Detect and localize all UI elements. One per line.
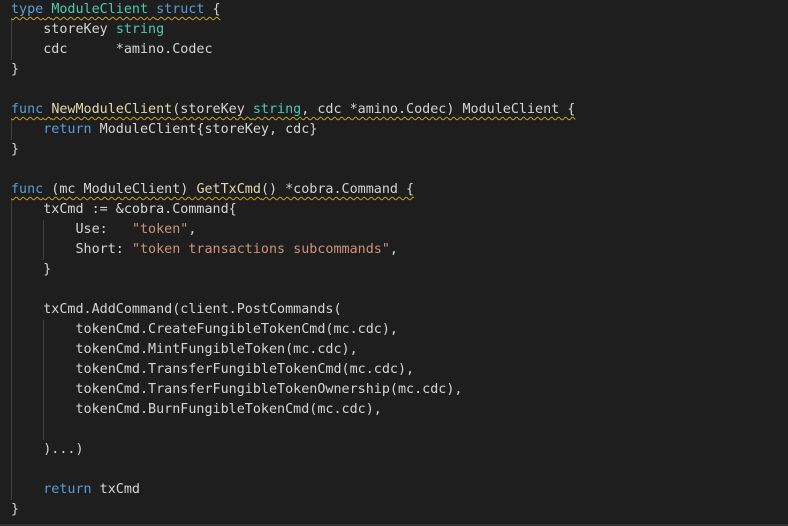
code-token: ,	[389, 242, 398, 257]
code-token: txCmd	[91, 482, 140, 497]
code-line[interactable]: }	[11, 140, 19, 160]
code-token: Short:	[11, 242, 132, 257]
code-line[interactable]: storeKey string	[11, 20, 164, 40]
code-token: GetTxCmd	[196, 182, 261, 197]
code-line[interactable]: }	[11, 500, 19, 520]
code-token: "token transactions subcommands"	[131, 242, 390, 257]
code-token: "token"	[131, 222, 189, 237]
code-token: }	[11, 262, 52, 277]
code-line[interactable]: )...)	[11, 440, 84, 460]
code-token: tokenCmd.TransferFungibleTokenCmd(mc.cdc…	[11, 362, 415, 377]
code-line[interactable]: Use: "token",	[11, 220, 196, 240]
code-token: string	[115, 22, 165, 37]
code-line[interactable]: }	[11, 260, 51, 280]
code-token: storeKey	[11, 22, 116, 37]
code-line[interactable]: tokenCmd.TransferFungibleTokenOwnership(…	[11, 380, 462, 400]
code-token: Use:	[11, 222, 132, 237]
code-token: () *cobra.Command {	[260, 182, 415, 197]
code-line[interactable]: tokenCmd.CreateFungibleTokenCmd(mc.cdc),	[11, 320, 398, 340]
code-line[interactable]: func (mc ModuleClient) GetTxCmd() *cobra…	[11, 180, 414, 200]
code-line[interactable]: cdc *amino.Codec	[11, 40, 213, 60]
code-line[interactable]: return txCmd	[11, 480, 140, 500]
code-line[interactable]: }	[11, 60, 19, 80]
code-token: {	[204, 2, 221, 17]
code-token: }	[11, 502, 20, 517]
code-token: return	[43, 482, 92, 497]
code-token: func	[11, 182, 44, 197]
code-token: )...)	[11, 442, 84, 457]
code-token: tokenCmd.CreateFungibleTokenCmd(mc.cdc),	[11, 322, 398, 337]
code-token: tokenCmd.MintFungibleToken(mc.cdc),	[11, 342, 358, 357]
code-token: }	[11, 62, 20, 77]
code-token: struct	[156, 2, 205, 17]
code-token: (mc ModuleClient)	[43, 182, 197, 197]
code-token: type	[11, 2, 44, 17]
code-token: ,	[188, 222, 197, 237]
code-line[interactable]: return ModuleClient{storeKey, cdc}	[11, 120, 317, 140]
code-token: (storeKey	[172, 102, 253, 117]
code-line[interactable]: func NewModuleClient(storeKey string, cd…	[11, 100, 575, 120]
code-token: tokenCmd.TransferFungibleTokenOwnership(…	[11, 382, 463, 397]
code-token: }	[11, 142, 20, 157]
code-token: NewModuleClient	[51, 102, 173, 117]
code-token: ModuleClient	[51, 2, 149, 17]
code-line[interactable]: tokenCmd.TransferFungibleTokenCmd(mc.cdc…	[11, 360, 414, 380]
code-line[interactable]: type ModuleClient struct {	[11, 0, 221, 20]
code-line[interactable]: Short: "token transactions subcommands",	[11, 240, 398, 260]
code-token: return	[43, 122, 92, 137]
code-token: , cdc *amino.Codec) ModuleClient {	[301, 102, 576, 117]
code-token: cdc *amino.Codec	[11, 42, 213, 57]
code-token: tokenCmd.BurnFungibleTokenCmd(mc.cdc),	[11, 402, 382, 417]
code-line[interactable]: txCmd := &cobra.Command{	[11, 200, 237, 220]
code-token: func	[11, 102, 44, 117]
code-token: txCmd := &cobra.Command{	[11, 202, 237, 217]
code-token: txCmd.AddCommand(client.PostCommands(	[11, 302, 342, 317]
code-line[interactable]: tokenCmd.BurnFungibleTokenCmd(mc.cdc),	[11, 400, 382, 420]
code-token: string	[252, 102, 302, 117]
code-editor[interactable]: type ModuleClient struct { storeKey stri…	[0, 0, 788, 526]
code-token: ModuleClient{storeKey, cdc}	[91, 122, 318, 137]
code-line[interactable]: txCmd.AddCommand(client.PostCommands(	[11, 300, 342, 320]
code-line[interactable]: tokenCmd.MintFungibleToken(mc.cdc),	[11, 340, 358, 360]
